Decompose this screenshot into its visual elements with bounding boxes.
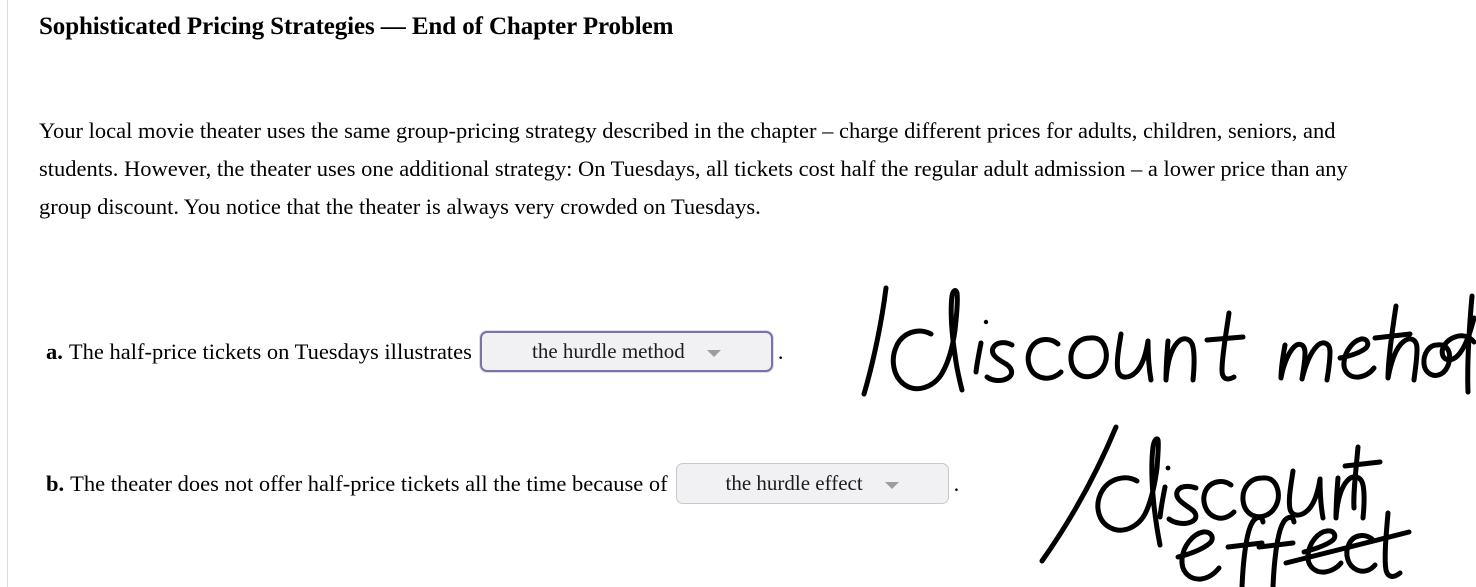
dropdown-question-b[interactable]: the hurdle effect bbox=[675, 463, 949, 504]
chevron-down-icon bbox=[884, 481, 899, 489]
scenario-paragraph: Your local movie theater uses the same g… bbox=[39, 118, 1348, 219]
question-row-a: a. The half-price tickets on Tuesdays il… bbox=[46, 331, 784, 372]
dropdown-value-a: the hurdle method bbox=[532, 339, 685, 363]
question-row-b: b. The theater does not offer half-price… bbox=[46, 463, 959, 504]
chevron-down-icon bbox=[706, 349, 721, 357]
worksheet-page: Sophisticated Pricing Strategies — End o… bbox=[0, 0, 1476, 587]
page-edge-rule bbox=[7, 0, 8, 587]
annotation-a-ink bbox=[861, 285, 1476, 397]
question-period-b: . bbox=[953, 470, 960, 496]
annotation-b-ink bbox=[1039, 424, 1412, 587]
page-title: Sophisticated Pricing Strategies — End o… bbox=[39, 13, 674, 40]
dropdown-question-a[interactable]: the hurdle method bbox=[479, 331, 773, 372]
dropdown-value-b: the hurdle effect bbox=[725, 471, 863, 495]
question-label-a: a. bbox=[46, 338, 63, 364]
question-prompt-a: The half-price tickets on Tuesdays illus… bbox=[68, 338, 472, 364]
question-label-b: b. bbox=[46, 470, 65, 496]
question-period-a: . bbox=[777, 338, 784, 364]
question-prompt-b: The theater does not offer half-price ti… bbox=[70, 470, 668, 496]
